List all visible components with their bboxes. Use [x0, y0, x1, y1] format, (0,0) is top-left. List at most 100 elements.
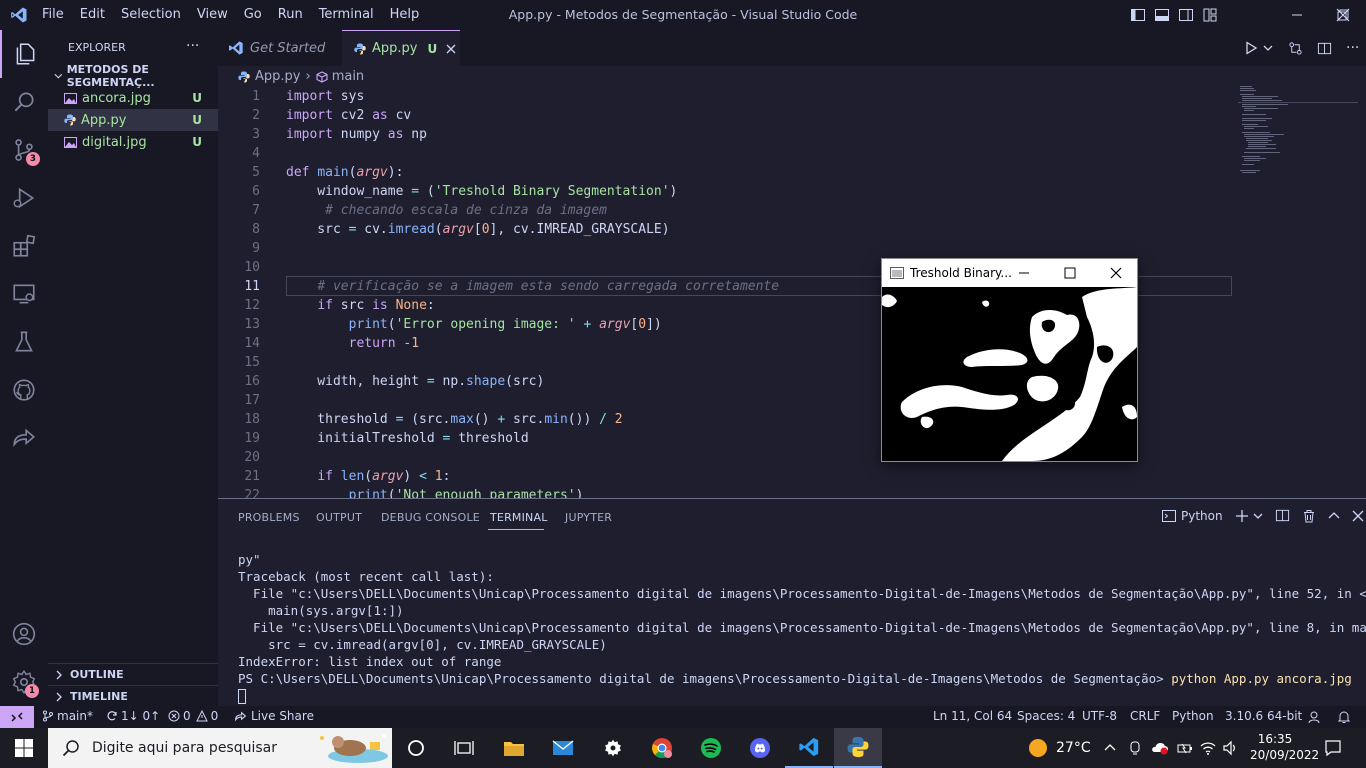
action-center-icon[interactable]	[1324, 739, 1342, 757]
menu-go[interactable]: Go	[236, 7, 270, 22]
python-taskbar-icon[interactable]	[834, 728, 882, 768]
breadcrumb-file[interactable]: App.py	[255, 69, 300, 84]
device-icon[interactable]	[1127, 740, 1143, 756]
code-editor[interactable]: App.py › main 1 import sys 2 import cv2 as…	[218, 66, 1366, 498]
encoding[interactable]: UTF-8	[1082, 709, 1117, 723]
git-status-badge: U	[192, 91, 202, 105]
new-terminal-icon[interactable]	[1235, 509, 1249, 523]
menu-view[interactable]: View	[189, 7, 236, 22]
maximize-panel-icon[interactable]	[1328, 510, 1340, 522]
close-window-button[interactable]	[1320, 0, 1366, 30]
taskbar-search-box[interactable]: Digite aqui para pesquisar	[48, 728, 392, 768]
threshold-result-window[interactable]: Treshold Binary...	[881, 258, 1138, 462]
github-icon[interactable]	[0, 366, 48, 414]
minimize-button[interactable]	[1274, 0, 1320, 30]
file-explorer-icon[interactable]	[490, 728, 538, 768]
mail-icon[interactable]	[539, 728, 587, 768]
python-interpreter[interactable]: 3.10.6 64-bit	[1225, 709, 1302, 723]
code-line: 21 if len(argv) < 1:	[244, 469, 451, 484]
timeline-section[interactable]: TIMELINE	[48, 685, 218, 707]
remote-indicator[interactable]	[0, 706, 34, 728]
battery-icon[interactable]	[1177, 740, 1193, 756]
toggle-sidebar-icon[interactable]	[1130, 7, 1146, 23]
panel-tab-debug-console[interactable]: DEBUG CONSOLE	[381, 511, 480, 524]
run-python-icon[interactable]	[1244, 41, 1258, 55]
compare-changes-icon[interactable]	[1288, 41, 1303, 56]
trash-icon[interactable]	[1302, 509, 1316, 523]
menu-run[interactable]: Run	[270, 7, 311, 22]
file-digital[interactable]: digital.jpg U	[48, 131, 218, 153]
task-view-icon[interactable]	[440, 728, 488, 768]
testing-icon[interactable]	[0, 318, 48, 366]
chevron-up-icon[interactable]	[1104, 742, 1116, 754]
problems-indicator[interactable]: 0 0	[168, 709, 218, 723]
task-view-cortana-icon[interactable]	[392, 728, 440, 768]
menu-selection[interactable]: Selection	[113, 7, 189, 22]
explorer-more-button[interactable]: ···	[186, 38, 199, 54]
indentation[interactable]: Spaces: 4	[1017, 709, 1075, 723]
settings-gear-icon[interactable]: 1	[0, 658, 48, 706]
menu-file[interactable]: File	[34, 7, 72, 22]
settings-gear-icon[interactable]	[589, 728, 637, 768]
run-dropdown-icon[interactable]	[1262, 42, 1274, 54]
terminal-prompt-line[interactable]: PS C:\Users\DELL\Documents\Unicap\Proces…	[238, 671, 1352, 686]
notifications-bell-icon[interactable]	[1337, 710, 1351, 724]
close-panel-icon[interactable]	[1352, 510, 1364, 522]
run-debug-icon[interactable]	[0, 174, 48, 222]
vscode-taskbar-icon[interactable]	[785, 728, 833, 768]
wifi-icon[interactable]	[1200, 740, 1216, 756]
feedback-icon[interactable]	[1307, 710, 1321, 724]
minimize-icon[interactable]	[1018, 267, 1030, 279]
panel-tab-terminal[interactable]: TERMINAL	[490, 511, 548, 524]
onedrive-icon[interactable]	[1151, 740, 1169, 756]
more-actions-icon[interactable]: ···	[1346, 40, 1359, 56]
discord-icon[interactable]	[736, 728, 784, 768]
language-mode[interactable]: Python	[1172, 709, 1214, 723]
menu-terminal[interactable]: Terminal	[311, 7, 382, 22]
weather-widget[interactable]: 27°C	[1028, 738, 1091, 758]
cv-window-titlebar[interactable]: Treshold Binary...	[882, 259, 1137, 287]
split-editor-icon[interactable]	[1317, 41, 1332, 56]
outline-section[interactable]: OUTLINE	[48, 663, 218, 685]
panel-tab-output[interactable]: OUTPUT	[316, 511, 362, 524]
line-endings[interactable]: CRLF	[1130, 709, 1160, 723]
extensions-icon[interactable]	[0, 222, 48, 270]
menu-edit[interactable]: Edit	[72, 7, 113, 22]
close-tab-icon[interactable]	[446, 44, 456, 54]
chrome-icon[interactable]	[638, 728, 686, 768]
windows-start-icon[interactable]	[0, 728, 48, 768]
file-ancora[interactable]: ancora.jpg U	[48, 87, 218, 109]
file-app-py[interactable]: App.py U	[48, 109, 218, 131]
sync-indicator[interactable]: 1↓ 0↑	[106, 709, 160, 723]
minimap[interactable]	[1238, 84, 1358, 204]
workspace-folder[interactable]: METODOS DE SEGMENTAÇ...	[48, 63, 218, 89]
menu-help[interactable]: Help	[382, 7, 428, 22]
code-line: 9	[252, 241, 260, 256]
taskbar-clock[interactable]: 16:35 20/09/2022	[1250, 731, 1319, 763]
remote-explorer-icon[interactable]	[0, 270, 48, 318]
maximize-icon[interactable]	[1064, 267, 1076, 279]
terminal-line: Traceback (most recent call last):	[238, 569, 494, 584]
chevron-down-icon[interactable]	[1253, 511, 1263, 521]
live-share-icon[interactable]	[0, 414, 48, 462]
spotify-icon[interactable]	[687, 728, 735, 768]
branch-indicator[interactable]: main*	[42, 709, 93, 723]
source-control-icon[interactable]: 3	[0, 126, 48, 174]
toggle-panel-icon[interactable]	[1154, 7, 1170, 23]
tab-get-started[interactable]: Get Started	[218, 30, 342, 66]
toggle-secondary-sidebar-icon[interactable]	[1178, 7, 1194, 23]
tab-app-py[interactable]: App.py U	[342, 30, 460, 66]
accounts-icon[interactable]	[0, 610, 48, 658]
breadcrumb-symbol[interactable]: main	[332, 69, 364, 84]
search-icon[interactable]	[0, 78, 48, 126]
live-share-status[interactable]: Live Share	[234, 709, 314, 723]
close-icon[interactable]	[1110, 267, 1122, 279]
explorer-icon[interactable]	[0, 30, 48, 78]
customize-layout-icon[interactable]	[1202, 7, 1218, 23]
terminal-shell-select[interactable]: Python	[1162, 509, 1223, 523]
cursor-position[interactable]: Ln 11, Col 64	[933, 709, 1012, 723]
panel-tab-problems[interactable]: PROBLEMS	[238, 511, 300, 524]
split-terminal-icon[interactable]	[1275, 508, 1290, 523]
volume-icon[interactable]	[1222, 740, 1238, 756]
panel-tab-jupyter[interactable]: JUPYTER	[565, 511, 612, 524]
